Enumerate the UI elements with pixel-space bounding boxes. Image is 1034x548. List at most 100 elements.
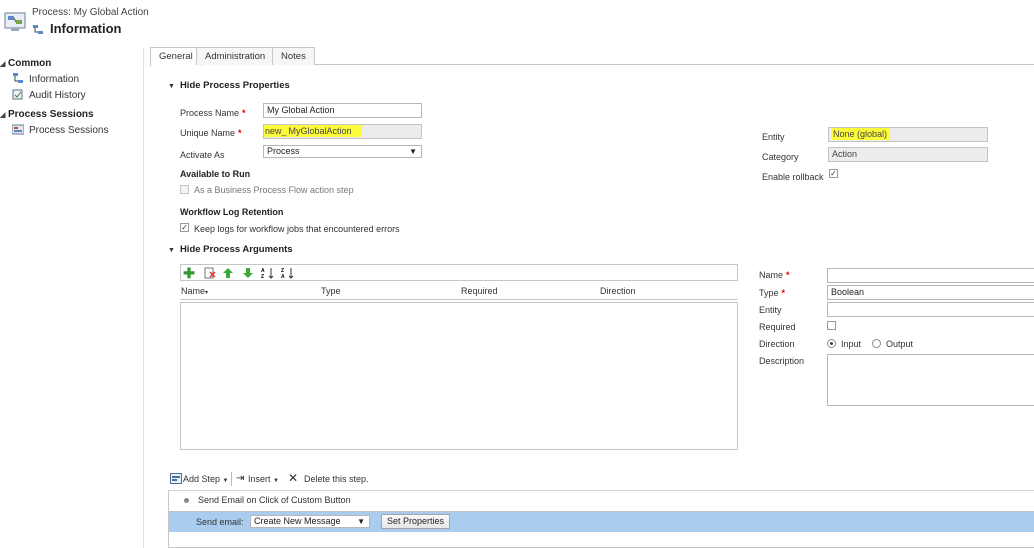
step-action-row: Send email: Create New Message ▼ Set Pro… [169,512,1034,532]
chevron-down-icon: ▼ [273,478,279,484]
send-email-label: Send email: [196,517,244,527]
process-name-field[interactable]: My Global Action [263,103,422,118]
available-to-run-heading: Available to Run [180,169,251,179]
section-title: Hide Process Properties [179,80,290,91]
process-form-icon [4,12,26,32]
sort-ascending-icon[interactable]: AZ [261,267,274,280]
category-field[interactable]: Action [828,147,988,162]
bpf-step-checkbox[interactable] [180,185,189,194]
tab-general[interactable]: General [150,47,202,66]
arguments-grid-body[interactable] [180,302,738,450]
delete-argument-icon[interactable] [204,267,216,279]
arg-description-field[interactable] [827,354,1034,406]
process-sessions-icon [11,124,25,135]
record-subtitle: Process: My Global Action [32,7,149,18]
left-nav: ◢ Common Information Audit History ◢ Proce… [0,48,143,548]
activate-as-select[interactable]: Process ▼ [263,145,422,158]
tab-notes[interactable]: Notes [272,47,315,65]
arguments-toolbar: ✚ AZ ZA [180,264,738,281]
direction-input-radio[interactable] [827,339,836,348]
tab-administration[interactable]: Administration [196,47,275,65]
nav-group-process-sessions[interactable]: ◢ Process Sessions [0,109,94,120]
arguments-grid-header: Name▾ Type Required Direction [180,283,738,300]
chevron-down-icon: ▼ [222,478,229,484]
arg-type-label: Type * [759,288,786,298]
sort-arrow-icon: ▾ [205,290,209,296]
nav-group-common[interactable]: ◢ Common [0,58,51,69]
svg-text:A: A [281,274,285,279]
audit-history-icon [12,89,24,100]
move-down-icon[interactable] [242,267,254,279]
section-process-arguments[interactable]: ▼ Hide Process Arguments [168,244,293,255]
keep-logs-checkbox[interactable]: ✓ [180,223,189,232]
arg-type-select[interactable]: Boolean [827,285,1034,300]
page-title: Information [50,21,122,36]
send-email-value: Create New Message [254,516,341,526]
section-process-properties[interactable]: ▼ Hide Process Properties [168,80,290,91]
arg-name-label: Name * [759,270,790,280]
entity-field[interactable]: None (global) [828,127,988,142]
move-up-icon[interactable] [222,267,234,279]
unique-name-field[interactable]: new_ MyGlobalAction [263,124,422,139]
add-step-button[interactable]: Add Step ▼ [183,474,229,484]
collapse-triangle-icon: ◢ [0,61,6,68]
dropdown-arrow-icon: ▼ [409,147,417,156]
collapse-triangle-icon: ◢ [0,112,6,119]
nav-divider [143,48,144,548]
step-title: Send Email on Click of Custom Button [198,495,351,505]
keep-logs-label: Keep logs for workflow jobs that encount… [194,224,400,234]
nav-item-process-sessions[interactable]: Process Sessions [11,124,109,136]
arg-required-checkbox[interactable] [827,321,836,330]
dropdown-arrow-icon: ▼ [357,517,365,526]
send-email-select[interactable]: Create New Message ▼ [250,515,370,528]
step-bullet-icon [184,498,189,503]
svg-text:Z: Z [261,274,264,279]
bpf-step-label: As a Business Process Flow action step [194,185,354,195]
nav-group-label: Common [8,58,52,69]
column-header-name[interactable]: Name▾ [181,286,208,296]
direction-output-label: Output [886,339,914,349]
insert-button[interactable]: Insert ▼ [248,474,279,484]
delete-icon: ✕ [288,471,299,485]
column-header-direction[interactable]: Direction [600,286,636,296]
delete-step-button[interactable]: Delete this step. [304,474,369,484]
information-icon [12,73,24,84]
section-title: Hide Process Arguments [179,244,293,255]
nav-item-information[interactable]: Information [12,73,79,85]
process-name-label: Process Name * [180,108,246,118]
log-retention-heading: Workflow Log Retention [180,207,284,217]
sort-descending-icon[interactable]: ZA [281,267,294,280]
process-icon [32,24,44,36]
collapse-triangle-icon: ▼ [168,247,175,254]
steps-toolbar: Add Step ▼ ⇥ Insert ▼ ✕ Delete this step… [168,467,1034,491]
nav-item-audit-history[interactable]: Audit History [12,89,86,101]
arg-entity-select[interactable] [827,302,1034,317]
nav-group-label: Process Sessions [8,109,94,120]
unique-name-prefix: new_ [264,125,288,137]
column-header-required[interactable]: Required [461,286,498,296]
category-label: Category [762,152,799,162]
activate-as-value: Process [267,146,300,156]
column-header-type[interactable]: Type [321,286,341,296]
toolbar-separator [231,472,232,486]
nav-item-label: Process Sessions [29,125,109,136]
activate-as-label: Activate As [180,150,225,160]
add-argument-icon[interactable]: ✚ [183,266,195,280]
entity-value: None (global) [832,128,891,140]
arg-description-label: Description [759,356,805,366]
direction-output-radio[interactable] [872,339,881,348]
arg-entity-label: Entity [759,305,782,315]
insert-icon: ⇥ [236,473,245,484]
arg-name-field[interactable] [827,268,1034,283]
arg-direction-label: Direction [759,339,795,349]
add-step-icon [170,473,182,484]
step-send-email[interactable]: Send Email on Click of Custom Button [169,492,1034,512]
set-properties-button[interactable]: Set Properties [381,514,451,529]
nav-item-label: Information [29,74,80,85]
enable-rollback-label: Enable rollback [762,172,824,182]
unique-name-label: Unique Name * [180,128,242,138]
entity-label: Entity [762,132,785,142]
enable-rollback-checkbox[interactable]: ✓ [829,169,838,178]
direction-input-label: Input [841,339,862,349]
collapse-triangle-icon: ▼ [168,83,175,90]
